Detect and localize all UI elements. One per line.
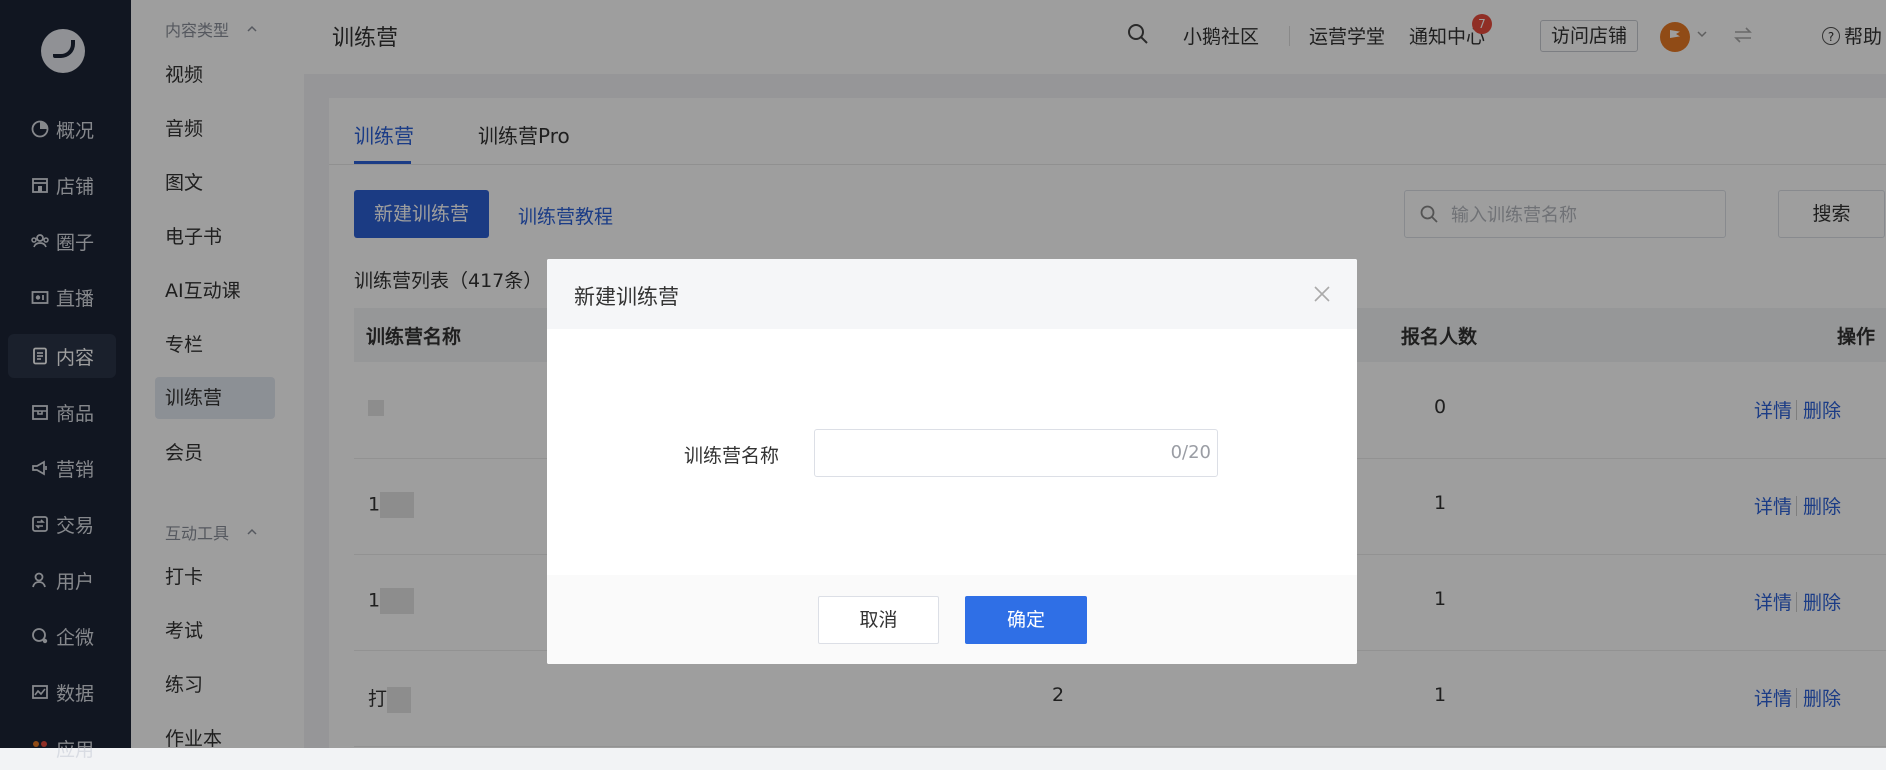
char-counter: 0/20 <box>1170 442 1211 463</box>
new-camp-dialog: 新建训练营 训练营名称 0/20 取消 确定 <box>547 259 1357 664</box>
close-icon[interactable] <box>1313 285 1331 303</box>
dialog-header: 新建训练营 <box>547 259 1357 329</box>
camp-name-label: 训练营名称 <box>684 445 780 467</box>
confirm-button[interactable]: 确定 <box>965 596 1087 644</box>
cancel-button[interactable]: 取消 <box>818 596 939 644</box>
dialog-title: 新建训练营 <box>574 285 679 309</box>
camp-name-input[interactable]: 0/20 <box>814 429 1218 477</box>
dialog-footer <box>547 575 1357 664</box>
